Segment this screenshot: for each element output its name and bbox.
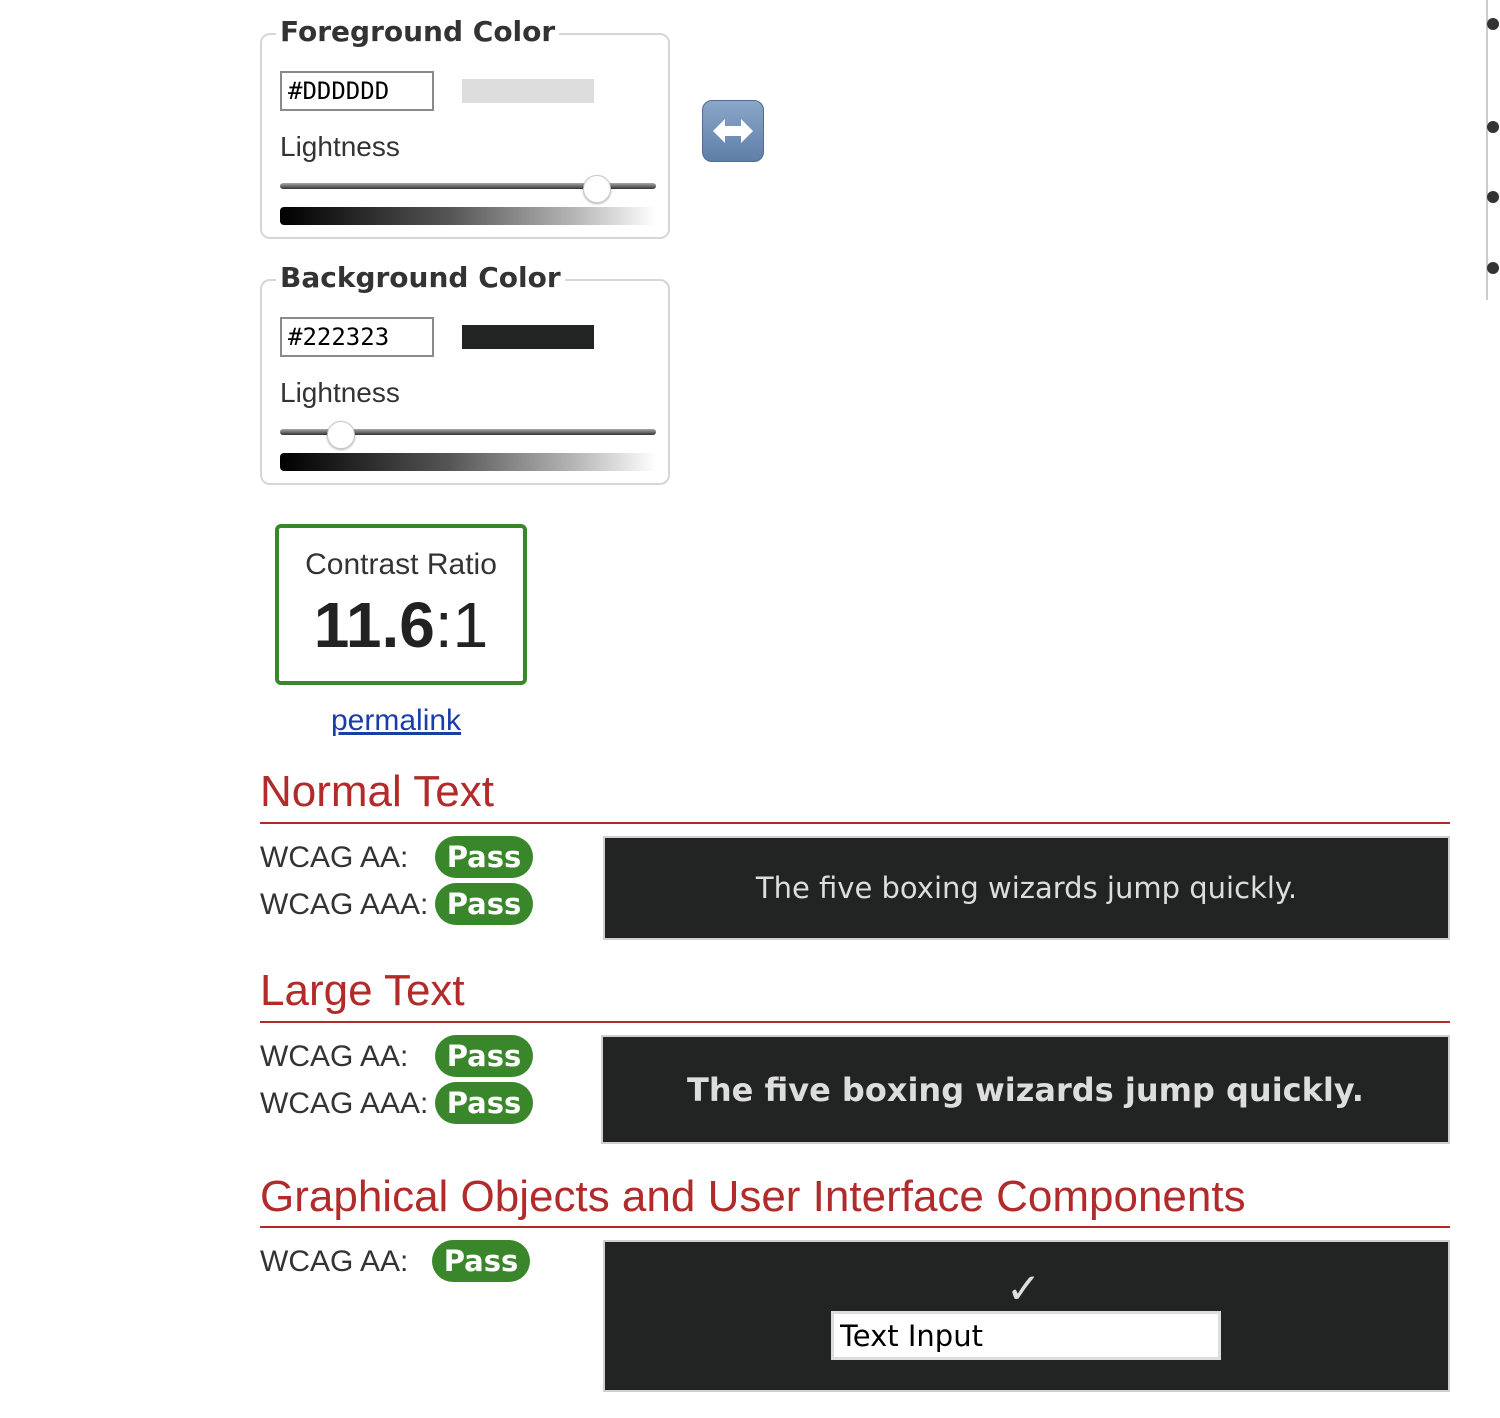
large-aa-label: WCAG AA:: [260, 1040, 409, 1073]
graphical-objects-divider: [260, 1226, 1450, 1228]
contrast-ratio-number: 11.6: [313, 589, 435, 661]
normal-text-heading: Normal Text: [260, 767, 494, 816]
background-swatch[interactable]: [462, 325, 594, 349]
list-bullet: [1487, 191, 1499, 203]
swap-colors-button[interactable]: [702, 100, 764, 162]
contrast-ratio-label: Contrast Ratio: [305, 548, 497, 581]
contrast-ratio-suffix: :1: [434, 589, 489, 661]
normal-aaa-label: WCAG AAA:: [260, 888, 429, 921]
foreground-color-title: Foreground Color: [276, 15, 560, 49]
permalink-link[interactable]: permalink: [331, 704, 461, 738]
large-aa-pass-badge: Pass: [435, 1035, 533, 1077]
sample-text-input[interactable]: [831, 1311, 1221, 1360]
large-aaa-pass-badge: Pass: [435, 1082, 533, 1124]
foreground-hex-input[interactable]: [280, 71, 434, 111]
large-text-sample: The five boxing wizards jump quickly.: [687, 1070, 1364, 1109]
left-right-arrow-icon: [713, 119, 753, 143]
large-text-divider: [260, 1021, 1450, 1023]
normal-aa-label: WCAG AA:: [260, 841, 409, 874]
graphical-aa-label: WCAG AA:: [260, 1245, 409, 1278]
normal-aaa-pass-badge: Pass: [435, 883, 533, 925]
list-bullet: [1487, 121, 1499, 133]
foreground-color-panel: Foreground Color Lightness: [260, 15, 670, 239]
normal-aa-pass-badge: Pass: [435, 836, 533, 878]
adjacent-panel-edge: [1486, 0, 1488, 300]
background-lightness-thumb[interactable]: [327, 421, 356, 449]
foreground-lightness-label: Lightness: [280, 131, 400, 162]
graphical-aa-pass-badge: Pass: [432, 1240, 530, 1282]
background-color-panel: Background Color Lightness: [260, 261, 670, 485]
large-text-preview: The five boxing wizards jump quickly.: [601, 1035, 1450, 1144]
foreground-lightness-gradient: [280, 207, 656, 225]
background-lightness-label: Lightness: [280, 377, 400, 408]
background-color-title: Background Color: [276, 261, 565, 295]
list-bullet: [1487, 18, 1499, 30]
foreground-swatch[interactable]: [462, 79, 594, 103]
graphical-objects-heading: Graphical Objects and User Interface Com…: [260, 1172, 1246, 1221]
foreground-lightness-thumb[interactable]: [582, 175, 611, 203]
normal-text-preview: The five boxing wizards jump quickly.: [603, 836, 1450, 940]
checkmark-icon: ✓: [1006, 1264, 1042, 1313]
large-aaa-label: WCAG AAA:: [260, 1087, 429, 1120]
contrast-ratio-box: Contrast Ratio 11.6:1: [275, 524, 527, 685]
list-bullet: [1487, 262, 1499, 274]
contrast-ratio-value: 11.6:1: [279, 590, 523, 660]
normal-text-divider: [260, 822, 1450, 824]
background-lightness-gradient: [280, 453, 656, 471]
background-hex-input[interactable]: [280, 317, 434, 357]
normal-text-sample: The five boxing wizards jump quickly.: [755, 871, 1298, 905]
large-text-heading: Large Text: [260, 966, 465, 1015]
